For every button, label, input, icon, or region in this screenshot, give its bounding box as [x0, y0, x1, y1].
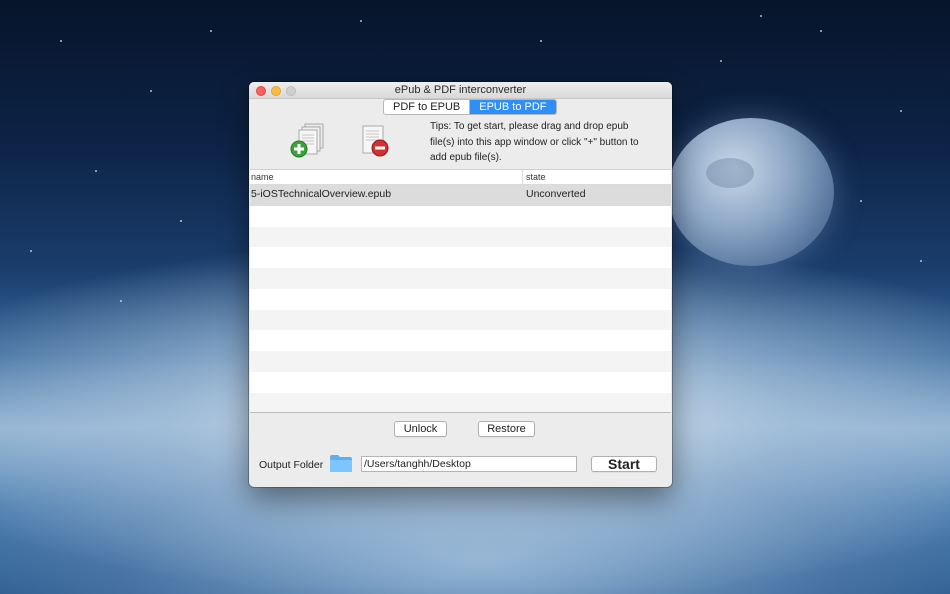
folder-icon[interactable] — [329, 454, 353, 473]
title-bar: ePub & PDF interconverter — [249, 82, 672, 99]
tab-epub-to-pdf[interactable]: EPUB to PDF — [469, 100, 556, 114]
table-body: 5-iOSTechnicalOverview.epub Unconverted — [250, 185, 671, 412]
window-title: ePub & PDF interconverter — [394, 84, 527, 96]
mode-segmented-control: PDF to EPUB EPUB to PDF — [383, 99, 557, 115]
start-button[interactable]: Start — [591, 456, 657, 472]
table-header: name state — [250, 170, 671, 185]
app-window: ePub & PDF interconverter PDF to EPUB EP… — [249, 82, 672, 487]
tips-text: Tips: To get start, please drag and drop… — [430, 121, 639, 163]
empty-row — [250, 247, 671, 268]
empty-row — [250, 351, 671, 372]
empty-row — [250, 392, 671, 412]
file-state-cell: Unconverted — [526, 188, 586, 200]
moon-image — [668, 118, 834, 266]
file-name-cell: 5-iOSTechnicalOverview.epub — [251, 188, 392, 200]
tab-pdf-to-epub[interactable]: PDF to EPUB — [384, 100, 469, 114]
output-path-field[interactable] — [361, 456, 577, 472]
empty-row — [250, 309, 671, 331]
table-row[interactable]: 5-iOSTechnicalOverview.epub Unconverted — [250, 185, 671, 206]
empty-row — [250, 289, 671, 310]
file-table[interactable]: name state 5-iOSTechnicalOverview.epub U… — [250, 169, 671, 413]
output-folder-label: Output Folder — [259, 459, 324, 471]
empty-row — [250, 268, 671, 289]
remove-document-icon[interactable] — [359, 122, 395, 160]
add-document-icon[interactable] — [289, 122, 329, 160]
unlock-button[interactable]: Unlock — [394, 421, 447, 437]
empty-row — [250, 330, 671, 351]
empty-row — [250, 226, 671, 248]
empty-row — [250, 206, 671, 227]
column-header-name[interactable]: name — [250, 170, 523, 184]
column-header-state[interactable]: state — [523, 170, 671, 184]
restore-button[interactable]: Restore — [478, 421, 535, 437]
empty-row — [250, 372, 671, 393]
